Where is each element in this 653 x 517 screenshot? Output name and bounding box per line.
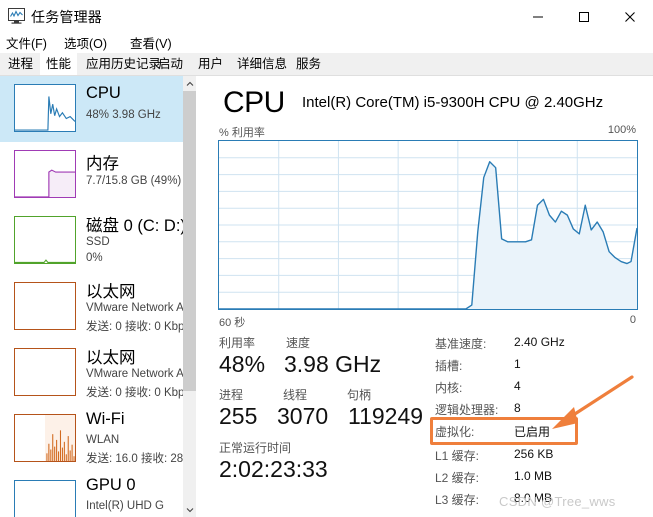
cpu-graph-svg [219, 141, 637, 309]
task-manager-icon [8, 8, 25, 24]
sidebar-item-cpu[interactable]: CPU 48% 3.98 GHz [0, 76, 196, 142]
stat-label-threads: 线程 [283, 388, 308, 402]
scroll-up-button[interactable] [183, 76, 196, 91]
gpu-thumbnail-graph [14, 480, 76, 517]
stat-value-utilization: 48% [219, 351, 266, 377]
sidebar-ethernet-2-throughput: 发送: 0 接收: 0 Kbp [86, 387, 185, 399]
graph-x-left-label: 60 秒 [219, 317, 246, 329]
ethernet-thumbnail-graph [14, 282, 76, 330]
sidebar-ethernet-1-adapter: VMware Network A [86, 302, 184, 314]
scrollbar-thumb[interactable] [183, 91, 196, 391]
stat-label-speed: 速度 [286, 336, 311, 350]
sidebar-gpu-title: GPU 0 [86, 476, 136, 494]
sidebar-disk-type: SSD [86, 236, 110, 248]
title-bar: 任务管理器 [0, 0, 653, 33]
spec-value-base-speed: 2.40 GHz [514, 335, 565, 349]
page-title: CPU [223, 86, 285, 119]
cpu-thumbnail-graph [14, 84, 76, 132]
maximize-button[interactable] [561, 0, 607, 33]
sidebar-wifi-title: Wi-Fi [86, 410, 125, 428]
tab-services[interactable]: 服务 [290, 53, 327, 75]
spec-label-base-speed: 基准速度: [435, 337, 487, 351]
ethernet-thumbnail-graph [14, 348, 76, 396]
cpu-model-name: Intel(R) Core(TM) i5-9300H CPU @ 2.40GHz [302, 94, 604, 111]
sidebar-ethernet-2-adapter: VMware Network A [86, 368, 184, 380]
performance-sidebar: CPU 48% 3.98 GHz 内存 7.7/15.8 GB (49%) 磁盘… [0, 76, 197, 517]
stat-label-processes: 进程 [219, 388, 244, 402]
cpu-utilization-graph [218, 140, 638, 310]
chevron-up-icon [186, 81, 193, 86]
stat-label-handles: 句柄 [347, 388, 372, 402]
spec-value-logical-processors: 8 [514, 401, 521, 415]
watermark: CSDN @Tree_wws [499, 494, 616, 509]
graph-y-max-label: 100% [607, 124, 636, 136]
window-title: 任务管理器 [31, 9, 102, 25]
sidebar-gpu-model: Intel(R) UHD G [86, 500, 164, 512]
sidebar-item-memory[interactable]: 内存 7.7/15.8 GB (49%) [0, 142, 196, 208]
tab-strip: 进程 性能 应用历史记录 启动 用户 详细信息 服务 [0, 53, 653, 76]
spec-label-l2-cache: L2 缓存: [435, 471, 480, 485]
tab-processes[interactable]: 进程 [2, 53, 39, 75]
cpu-detail-panel: CPU Intel(R) Core(TM) i5-9300H CPU @ 2.4… [196, 76, 653, 517]
sidebar-disk-usage: 0% [86, 252, 103, 264]
graph-x-right-label: 0 [629, 314, 636, 326]
close-button[interactable] [607, 0, 653, 33]
spec-label-l1-cache: L1 缓存: [435, 449, 480, 463]
virtualization-highlight-box [430, 417, 578, 445]
sidebar-ethernet-1-throughput: 发送: 0 接收: 0 Kbp [86, 321, 185, 333]
sidebar-disk-title: 磁盘 0 (C: D:) [86, 217, 186, 235]
spec-value-cores: 4 [514, 379, 521, 393]
sidebar-item-disk[interactable]: 磁盘 0 (C: D:) SSD 0% [0, 208, 196, 274]
disk-thumbnail-graph [14, 216, 76, 264]
graph-y-axis-label: % 利用率 [219, 127, 265, 139]
stat-label-utilization: 利用率 [219, 336, 256, 350]
scroll-down-button[interactable] [183, 502, 196, 517]
sidebar-ethernet-1-title: 以太网 [86, 283, 136, 301]
wifi-thumbnail-graph [14, 414, 76, 462]
stat-label-uptime: 正常运行时间 [219, 441, 292, 455]
stat-value-processes: 255 [219, 403, 258, 429]
sidebar-item-gpu[interactable]: GPU 0 Intel(R) UHD G [0, 472, 196, 517]
menu-item-view[interactable]: 查看(V) [130, 33, 172, 52]
memory-thumbnail-graph [14, 150, 76, 198]
close-icon [625, 11, 635, 22]
tab-users[interactable]: 用户 [192, 53, 229, 75]
sidebar-item-ethernet-2[interactable]: 以太网 VMware Network A 发送: 0 接收: 0 Kbp [0, 340, 196, 406]
spec-value-l2-cache: 1.0 MB [514, 469, 553, 483]
sidebar-memory-title: 内存 [86, 155, 119, 173]
sidebar-wifi-throughput: 发送: 16.0 接收: 280 [86, 453, 190, 465]
sidebar-cpu-stats: 48% 3.98 GHz [86, 109, 161, 121]
stat-value-speed: 3.98 GHz [284, 351, 382, 377]
spec-label-l3-cache: L3 缓存: [435, 493, 480, 507]
stat-value-threads: 3070 [277, 403, 329, 429]
maximize-icon [579, 11, 589, 22]
spec-label-logical-processors: 逻辑处理器: [435, 403, 499, 417]
sidebar-wifi-adapter: WLAN [86, 434, 120, 446]
tab-startup[interactable]: 启动 [152, 53, 189, 75]
sidebar-item-wifi[interactable]: Wi-Fi WLAN 发送: 16.0 接收: 280 [0, 406, 196, 472]
spec-value-sockets: 1 [514, 357, 521, 371]
stat-value-uptime: 2:02:23:33 [219, 456, 328, 482]
spec-label-sockets: 插槽: [435, 359, 463, 373]
sidebar-item-ethernet-1[interactable]: 以太网 VMware Network A 发送: 0 接收: 0 Kbp [0, 274, 196, 340]
tab-performance[interactable]: 性能 [40, 53, 78, 75]
minimize-icon [533, 16, 543, 17]
sidebar-cpu-title: CPU [86, 84, 121, 102]
sidebar-memory-stats: 7.7/15.8 GB (49%) [86, 175, 182, 187]
chevron-down-icon [186, 507, 193, 512]
menu-item-file[interactable]: 文件(F) [6, 33, 47, 52]
spec-label-cores: 内核: [435, 381, 463, 395]
spec-value-l1-cache: 256 KB [514, 447, 554, 461]
menu-bar: 文件(F) 选项(O) 查看(V) [0, 33, 653, 53]
sidebar-ethernet-2-title: 以太网 [86, 349, 136, 367]
tab-details[interactable]: 详细信息 [231, 53, 293, 75]
stat-value-handles: 119249 [348, 403, 424, 429]
task-manager-window: 任务管理器 文件(F) 选项(O) 查看(V) 进程 性能 应用历史记录 启动 [0, 0, 653, 517]
menu-item-options[interactable]: 选项(O) [64, 33, 107, 52]
sidebar-scrollbar[interactable] [183, 76, 196, 517]
minimize-button[interactable] [515, 0, 561, 33]
